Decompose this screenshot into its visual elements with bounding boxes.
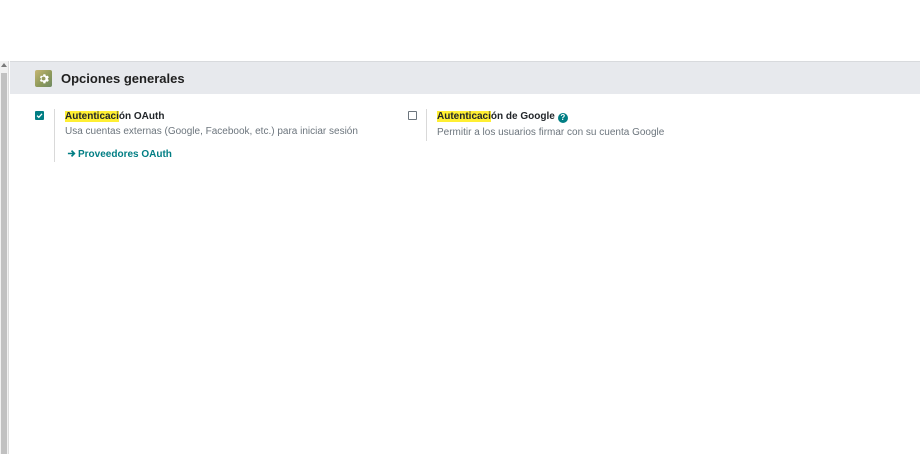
gear-icon (35, 70, 52, 87)
vertical-scrollbar[interactable] (0, 61, 9, 454)
oauth-providers-link-label: Proveedores OAuth (78, 149, 172, 160)
oauth-label-rest: ón OAuth (118, 111, 165, 122)
settings-page: Opciones generales Autenticación OAuth U… (0, 0, 920, 454)
setting-divider (54, 109, 55, 162)
oauth-description: Usa cuentas externas (Google, Facebook, … (65, 126, 358, 137)
top-blank-area (0, 0, 920, 61)
google-label-rest: ón de Google (490, 111, 555, 122)
search-highlight: Autenticaci (437, 111, 491, 122)
oauth-providers-link[interactable]: Proveedores OAuth (67, 149, 172, 161)
oauth-label: Autenticación OAuth (65, 111, 164, 123)
google-description: Permitir a los usuarios firmar con su cu… (437, 127, 665, 138)
section-header: Opciones generales (10, 61, 920, 94)
google-checkbox[interactable] (408, 111, 417, 120)
scroll-up-arrow-icon[interactable] (1, 63, 7, 67)
google-label: Autenticación de Google? (437, 111, 568, 123)
setting-divider (426, 109, 427, 141)
help-question-icon[interactable]: ? (557, 113, 568, 123)
oauth-checkbox[interactable] (35, 111, 44, 120)
arrow-right-icon (67, 150, 76, 157)
scrollbar-thumb[interactable] (1, 73, 7, 454)
search-highlight: Autenticaci (65, 111, 119, 122)
section-title: Opciones generales (61, 71, 185, 86)
checkmark-icon (36, 113, 43, 119)
